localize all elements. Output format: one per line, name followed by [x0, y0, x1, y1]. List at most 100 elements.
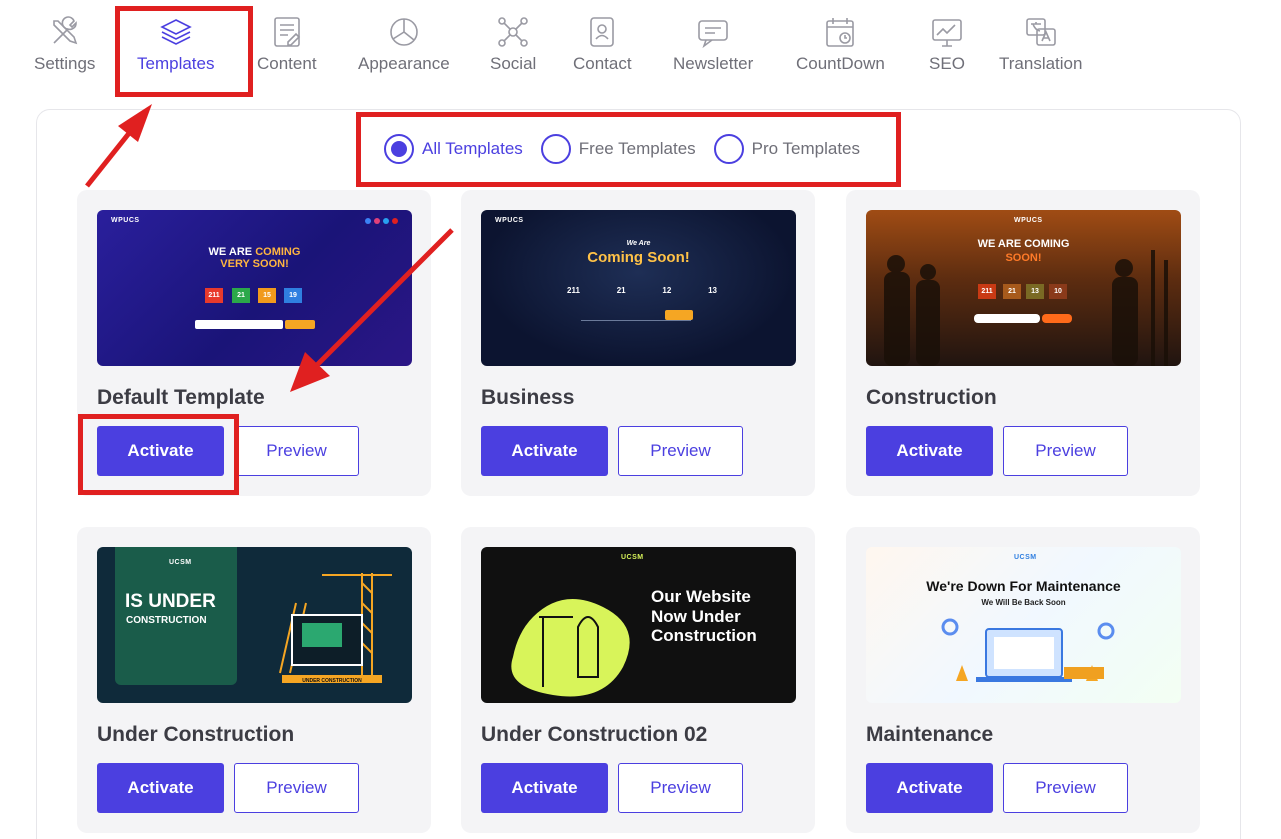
- thumb-maintenance-illustration: [941, 618, 1115, 682]
- thumb-subheading: CONSTRUCTION: [126, 615, 207, 626]
- template-card-business: WPUCS We Are Coming Soon! 211 21 12 13 B…: [461, 190, 815, 496]
- thumb-logo: WPUCS: [111, 217, 140, 224]
- radio-circle: [384, 134, 414, 164]
- layers-icon: [158, 14, 194, 50]
- thumb-heading-line: Construction: [651, 626, 757, 646]
- radio-label: Free Templates: [578, 139, 696, 158]
- thumb-count: 211: [567, 286, 580, 295]
- thumb-heading-text: WE ARE: [208, 246, 253, 258]
- template-name: Under Construction: [97, 723, 295, 746]
- template-card-under-construction: UCSM IS UNDER CONSTRUCTION UNDER CONSTRU…: [77, 527, 431, 833]
- template-card-maintenance: UCSM We're Down For Maintenance We Will …: [846, 527, 1200, 833]
- tab-countdown[interactable]: CountDown: [796, 14, 885, 74]
- thumb-count: 21: [616, 286, 626, 295]
- template-name: Default Template: [97, 386, 265, 409]
- thumb-count: 13: [708, 286, 717, 295]
- tab-label: Newsletter: [673, 54, 754, 73]
- preview-button[interactable]: Preview: [618, 763, 743, 813]
- template-name: Maintenance: [866, 723, 994, 746]
- thumb-crane-illustration: [279, 573, 392, 683]
- thumb-logo: WPUCS: [1014, 217, 1043, 224]
- tab-label: CountDown: [796, 54, 885, 73]
- tab-label: Templates: [137, 54, 215, 73]
- pie-chart-icon: [386, 14, 422, 50]
- tab-content[interactable]: Content: [257, 14, 317, 74]
- template-thumbnail[interactable]: WPUCS WE ARE COMING SOON! 211 21 13 10: [866, 210, 1181, 366]
- share-network-icon: [495, 14, 531, 50]
- settings-tab-bar: Settings Templates Content Appearance So…: [0, 0, 1281, 90]
- radio-label: All Templates: [422, 139, 523, 158]
- thumb-heading: WE ARE COMING VERY SOON!: [97, 246, 412, 270]
- preview-button[interactable]: Preview: [234, 763, 359, 813]
- radio-circle: [540, 134, 571, 164]
- thumb-heading: Our Website Now Under Construction: [651, 587, 757, 646]
- activate-button[interactable]: Activate: [481, 426, 608, 476]
- thumb-logo: WPUCS: [495, 217, 524, 224]
- contact-book-icon: [584, 14, 620, 50]
- calendar-clock-icon: [822, 14, 858, 50]
- preview-button[interactable]: Preview: [1003, 426, 1128, 476]
- template-thumbnail[interactable]: WPUCS We Are Coming Soon! 211 21 12 13: [481, 210, 796, 366]
- translate-icon: [1023, 14, 1059, 50]
- template-filter: All Templates Free Templates Pro Templat…: [384, 132, 860, 166]
- thumb-count-box: 15: [258, 288, 276, 303]
- filter-free-templates[interactable]: Free Templates: [540, 134, 696, 164]
- message-icon: [695, 14, 731, 50]
- tab-seo[interactable]: SEO: [929, 14, 965, 74]
- tab-label: Social: [490, 54, 537, 73]
- settings-tools-icon: [47, 14, 83, 50]
- activate-button[interactable]: Activate: [97, 426, 224, 476]
- thumb-social-dots: [365, 218, 403, 224]
- tab-contact[interactable]: Contact: [573, 14, 632, 74]
- activate-button[interactable]: Activate: [481, 763, 608, 813]
- tab-label: Settings: [34, 54, 96, 73]
- preview-button[interactable]: Preview: [618, 426, 743, 476]
- thumb-email-field: [195, 320, 283, 329]
- thumb-logo: UCSM: [169, 559, 192, 566]
- tab-newsletter[interactable]: Newsletter: [673, 14, 753, 74]
- preview-button[interactable]: Preview: [234, 426, 359, 476]
- template-thumbnail[interactable]: UCSM We're Down For Maintenance We Will …: [866, 547, 1181, 703]
- activate-button[interactable]: Activate: [866, 426, 993, 476]
- template-thumbnail[interactable]: WPUCS WE ARE COMING VERY SOON! 211 21 15…: [97, 210, 412, 366]
- thumb-blob-illustration: [511, 599, 630, 697]
- thumb-logo: UCSM: [621, 554, 644, 561]
- thumb-heading-line: Now Under: [651, 606, 741, 626]
- thumb-workers-silhouette: [884, 250, 1168, 366]
- thumb-heading-accent: VERY SOON!: [220, 258, 289, 271]
- template-name: Business: [481, 386, 575, 409]
- thumb-subscribe-button: [665, 310, 693, 320]
- template-card-default: WPUCS WE ARE COMING VERY SOON! 211 21 15…: [77, 190, 431, 496]
- activate-button[interactable]: Activate: [866, 763, 993, 813]
- thumb-count-box: 21: [232, 288, 250, 303]
- content-edit-icon: [269, 14, 305, 50]
- tab-label: Content: [257, 54, 317, 73]
- template-thumbnail[interactable]: UCSM IS UNDER CONSTRUCTION UNDER CONSTRU…: [97, 547, 412, 703]
- filter-all-templates[interactable]: All Templates: [384, 134, 523, 164]
- tab-label: Translation: [999, 54, 1083, 73]
- tab-label: Contact: [573, 54, 632, 73]
- template-name: Construction: [866, 386, 997, 409]
- filter-pro-templates[interactable]: Pro Templates: [713, 134, 860, 164]
- tab-label: SEO: [929, 54, 965, 73]
- tab-social[interactable]: Social: [490, 14, 536, 74]
- template-thumbnail[interactable]: UCSM Our Website Now Under Construction: [481, 547, 796, 703]
- thumb-subscribe-button: [285, 320, 315, 329]
- tab-appearance[interactable]: Appearance: [358, 14, 450, 74]
- thumb-countdown: 211 21 12 13: [567, 286, 717, 295]
- thumb-heading-small: We Are: [626, 240, 651, 247]
- thumb-logo: UCSM: [1014, 554, 1037, 561]
- thumb-heading: WE ARE COMING: [977, 238, 1070, 250]
- template-name: Under Construction 02: [481, 723, 708, 746]
- radio-dot: [391, 141, 407, 157]
- thumb-tape-label: UNDER CONSTRUCTION: [302, 678, 362, 684]
- thumb-heading: IS UNDER: [125, 591, 216, 612]
- tab-translation[interactable]: Translation: [999, 14, 1082, 74]
- thumb-heading: Coming Soon!: [587, 249, 690, 266]
- activate-button[interactable]: Activate: [97, 763, 224, 813]
- preview-button[interactable]: Preview: [1003, 763, 1128, 813]
- thumb-count-box: 211: [205, 288, 223, 303]
- tab-templates[interactable]: Templates: [137, 14, 214, 74]
- seo-monitor-icon: [929, 14, 965, 50]
- tab-settings[interactable]: Settings: [34, 14, 95, 74]
